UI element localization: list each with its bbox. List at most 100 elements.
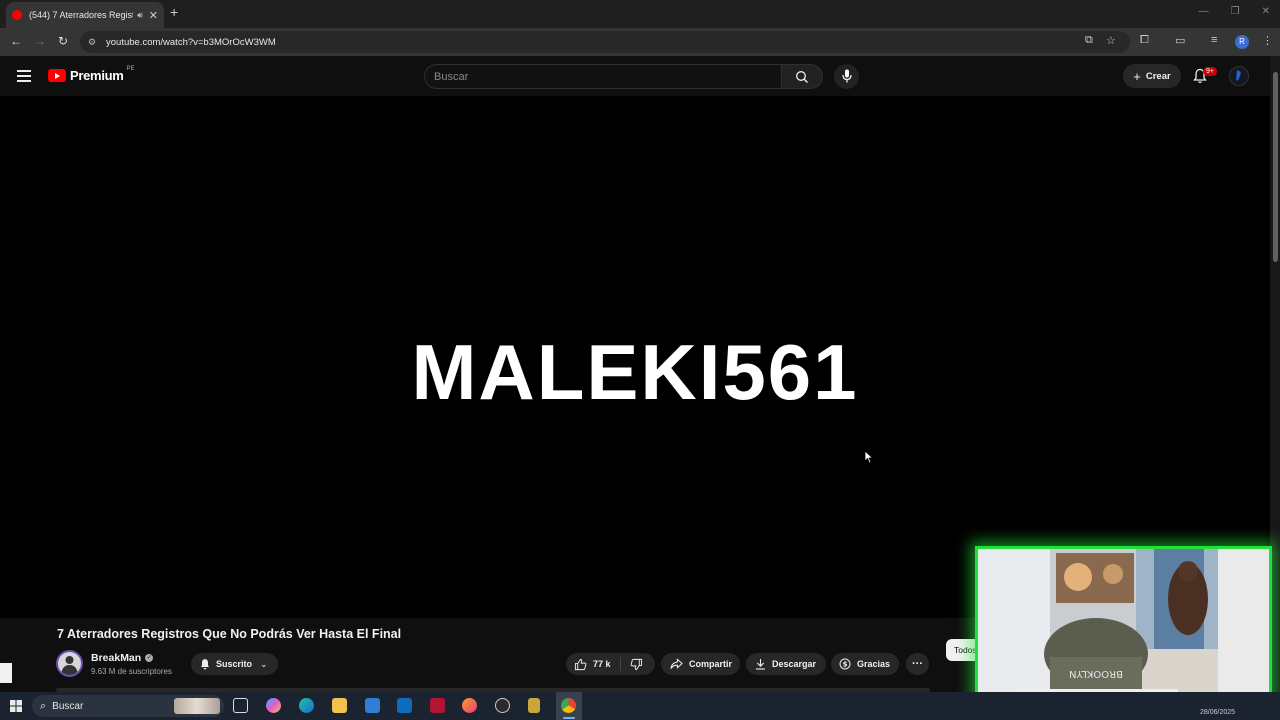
search-input[interactable]: Buscar <box>424 64 782 89</box>
close-tab-icon[interactable]: ✕ <box>149 9 158 22</box>
audio-playing-icon[interactable]: 🔊︎ <box>137 10 143 21</box>
app-red-icon[interactable] <box>430 698 445 713</box>
install-app-icon[interactable]: ⧉ <box>1085 34 1093 47</box>
task-view-icon[interactable] <box>233 698 248 713</box>
like-dislike-bar: 77 k <box>566 653 655 675</box>
chevron-down-icon: ⌄ <box>260 658 268 669</box>
window-controls: — ❐ ✕ <box>1199 6 1270 17</box>
league-icon[interactable] <box>528 698 540 713</box>
avatar-figure-icon <box>1236 70 1241 81</box>
subscribed-label: Suscrito <box>216 659 253 669</box>
obs-icon[interactable] <box>495 698 510 713</box>
plus-icon: + <box>1133 68 1141 84</box>
search-icon <box>796 71 808 83</box>
extensions-icon[interactable]: ⧠ <box>1140 34 1149 47</box>
browser-toolbar: ← → ↻ ⚙ youtube.com/watch?v=b3MOrOcW3WM … <box>0 28 1280 56</box>
search-placeholder: Buscar <box>434 70 469 83</box>
logo-text: Premium <box>70 68 124 83</box>
like-button[interactable]: 77 k <box>566 657 621 671</box>
video-frame-text: MALEKI561 <box>411 328 859 416</box>
youtube-premium-logo[interactable]: Premium PE <box>48 65 135 83</box>
thumbs-down-icon <box>630 658 642 670</box>
dislike-button[interactable] <box>621 658 643 671</box>
windows-taskbar: ⌕ Buscar <box>0 692 1280 720</box>
taskbar-search[interactable]: ⌕ Buscar <box>32 695 224 717</box>
profile-avatar[interactable]: R <box>1235 35 1249 49</box>
thanks-button[interactable]: $ Gracias <box>831 653 899 675</box>
media-controls-icon[interactable]: ≡ <box>1211 34 1217 46</box>
youtube-header: Premium PE Buscar + Crear <box>0 56 1280 96</box>
share-button[interactable]: Compartir <box>661 653 740 675</box>
bookmark-star-icon[interactable]: ☆ <box>1106 34 1116 47</box>
file-explorer-icon[interactable] <box>332 698 347 713</box>
thumbs-up-icon <box>574 658 587 670</box>
create-label: Crear <box>1145 70 1171 82</box>
svg-text:$: $ <box>843 661 848 669</box>
back-icon[interactable]: ← <box>10 34 22 48</box>
webcam-overlay: BROOKLYN <box>975 546 1272 712</box>
voice-search-button[interactable] <box>834 64 859 89</box>
mouse-cursor-icon <box>864 450 874 464</box>
search-icon: ⌕ <box>40 699 47 712</box>
download-label: Descargar <box>772 659 817 669</box>
taskbar-date: 28/06/2025 <box>1200 709 1236 716</box>
video-title: 7 Aterradores Registros Que No Podrás Ve… <box>57 627 402 641</box>
youtube-favicon-icon <box>12 10 22 20</box>
reload-icon[interactable]: ↻ <box>58 34 68 48</box>
create-button[interactable]: + Crear <box>1123 64 1181 88</box>
video-player[interactable]: MALEKI561 <box>0 96 1270 618</box>
active-indicator <box>563 717 575 719</box>
windows-start-icon[interactable] <box>10 700 22 712</box>
like-count: 77 k <box>593 659 611 669</box>
subscribed-button[interactable]: Suscrito ⌄ <box>191 653 278 675</box>
taskbar-search-label: Buscar <box>52 700 84 712</box>
chrome-icon[interactable] <box>561 698 576 713</box>
browser-menu-icon[interactable]: ⋮ <box>1262 34 1273 47</box>
country-code: PE <box>126 65 135 72</box>
share-label: Compartir <box>689 659 733 669</box>
minimize-icon[interactable]: — <box>1199 6 1209 17</box>
taskbar-active-app[interactable] <box>556 692 582 720</box>
account-avatar[interactable] <box>1229 66 1249 86</box>
tab-title: (544) 7 Aterradores Registros <box>29 10 133 20</box>
firefox-icon[interactable] <box>462 698 477 713</box>
more-actions-button[interactable]: ··· <box>906 653 929 675</box>
share-arrow-icon <box>670 658 683 669</box>
address-bar[interactable]: ⚙ youtube.com/watch?v=b3MOrOcW3WM <box>80 31 1130 53</box>
thanks-label: Gracias <box>857 659 891 669</box>
verified-check-icon: ✓ <box>145 654 154 662</box>
svg-text:BROOKLYN: BROOKLYN <box>1069 668 1123 679</box>
channel-name[interactable]: BreakMan ✓ <box>91 652 154 664</box>
browser-tab-bar: (544) 7 Aterradores Registros 🔊︎ ✕ + — ❐… <box>0 0 1280 28</box>
edge-panel <box>0 663 12 683</box>
more-dots-icon: ··· <box>912 658 923 670</box>
microphone-icon <box>841 69 852 83</box>
forward-icon[interactable]: → <box>34 34 46 48</box>
browser-tab[interactable]: (544) 7 Aterradores Registros 🔊︎ ✕ <box>6 2 164 28</box>
edge-icon[interactable] <box>299 698 314 713</box>
thanks-heart-icon: $ <box>839 658 851 670</box>
youtube-play-icon <box>48 69 66 82</box>
store-icon[interactable] <box>365 698 380 713</box>
copilot-icon[interactable] <box>266 698 281 713</box>
side-panel-icon[interactable]: ▭ <box>1175 34 1185 47</box>
webcam-feed-image: BROOKLYN <box>978 549 1269 709</box>
channel-avatar[interactable] <box>56 650 83 677</box>
download-button[interactable]: Descargar <box>746 653 826 675</box>
download-icon <box>756 659 765 670</box>
outlook-icon[interactable] <box>397 698 412 713</box>
restore-icon[interactable]: ❐ <box>1231 6 1240 17</box>
search-highlight-art-icon <box>174 698 220 714</box>
subscriber-count: 9.63 M de suscriptores <box>91 667 172 676</box>
bell-icon <box>200 659 210 670</box>
notifications-badge: 9+ <box>1203 67 1217 76</box>
channel-name-text: BreakMan <box>91 652 142 664</box>
close-window-icon[interactable]: ✕ <box>1262 6 1270 17</box>
site-info-icon[interactable]: ⚙ <box>88 37 100 48</box>
search-button[interactable] <box>781 64 823 89</box>
url-text: youtube.com/watch?v=b3MOrOcW3WM <box>106 36 276 48</box>
channel-avatar-figure-icon <box>61 656 78 675</box>
hamburger-menu-icon[interactable] <box>17 70 31 85</box>
new-tab-button[interactable]: + <box>170 4 178 20</box>
scrollbar-thumb[interactable] <box>1273 72 1278 262</box>
